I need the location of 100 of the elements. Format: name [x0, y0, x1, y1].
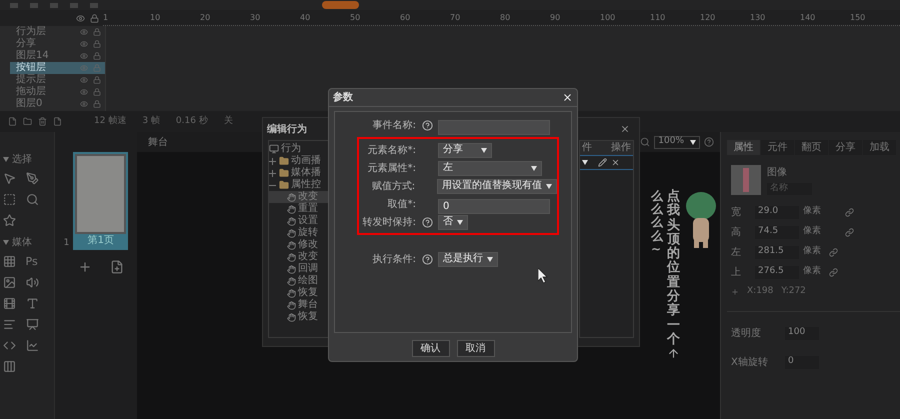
dropdown[interactable]: 分享 — [438, 142, 492, 158]
panel-tab[interactable]: 分享 — [829, 140, 862, 155]
speaker-icon[interactable] — [26, 276, 38, 289]
property-field[interactable]: 276.5 — [755, 266, 799, 278]
dialog-button[interactable]: 取消 — [456, 340, 494, 357]
zoom-dropdown[interactable]: 100% — [654, 136, 700, 148]
property-field[interactable]: 29.0 — [755, 206, 799, 218]
panel-tab[interactable]: 翻页 — [795, 140, 828, 155]
tree-item[interactable]: 舞台 — [269, 299, 328, 311]
grid-icon[interactable] — [3, 255, 16, 268]
insert-page-icon[interactable] — [110, 260, 124, 274]
timeline-tool-icon[interactable] — [8, 117, 17, 126]
help-icon[interactable] — [704, 137, 714, 147]
chart-icon[interactable] — [26, 339, 38, 352]
panel-tab[interactable]: 加载 — [863, 140, 896, 155]
collapse-icon[interactable] — [3, 240, 9, 244]
text-field[interactable]: 0 — [438, 199, 550, 214]
lock-icon[interactable] — [93, 28, 101, 36]
link-icon[interactable] — [845, 208, 854, 216]
presentation-icon[interactable] — [26, 318, 38, 331]
layer-row[interactable]: 拖动层 — [10, 86, 105, 98]
toolbar-button[interactable] — [322, 1, 359, 9]
collapse-icon[interactable] — [3, 156, 9, 162]
link-icon[interactable] — [829, 268, 838, 276]
tree-item[interactable]: 回调 — [269, 263, 328, 275]
delete-icon[interactable] — [611, 158, 620, 167]
text-icon[interactable] — [26, 297, 38, 310]
eye-icon[interactable] — [80, 76, 88, 84]
expand-icon[interactable] — [269, 158, 277, 164]
property-field[interactable]: 281.5 — [755, 246, 799, 258]
tree-item[interactable]: 改变 — [269, 191, 328, 203]
layer-row[interactable]: 分享 — [10, 38, 105, 50]
zoom-icon[interactable] — [26, 193, 38, 206]
dropdown[interactable]: 否 — [438, 214, 468, 230]
tree-item[interactable]: 旋转 — [269, 227, 328, 239]
eye-icon[interactable] — [76, 14, 85, 22]
lock-icon[interactable] — [93, 52, 101, 60]
close-icon[interactable] — [620, 124, 630, 134]
link-icon[interactable] — [829, 248, 838, 256]
panel-tab[interactable]: 元件 — [761, 140, 794, 155]
code-icon[interactable] — [3, 339, 16, 352]
star-icon[interactable] — [3, 214, 16, 227]
lock-icon[interactable] — [90, 14, 99, 22]
image-icon[interactable] — [3, 276, 16, 289]
lock-icon[interactable] — [93, 100, 101, 108]
eye-icon[interactable] — [80, 28, 88, 36]
page-thumbnail[interactable]: 第1页 — [73, 152, 128, 250]
hand-icon — [287, 228, 296, 238]
tool-label[interactable]: Ps — [26, 256, 48, 267]
layer-row[interactable]: 行为层 — [10, 26, 105, 38]
tree-item[interactable]: 恢复 — [269, 311, 328, 323]
pen-icon[interactable] — [26, 172, 38, 185]
tree-item[interactable]: 行为 — [281, 144, 301, 154]
eye-icon[interactable] — [80, 88, 88, 96]
tree-item[interactable]: 动画播 — [291, 156, 321, 166]
select-box-icon[interactable] — [3, 193, 16, 206]
columns-icon[interactable] — [3, 360, 16, 373]
pointer-icon[interactable] — [3, 172, 16, 185]
timeline-tool-icon[interactable] — [23, 117, 32, 126]
paragraph-icon[interactable] — [3, 318, 16, 331]
property-field[interactable]: 0 — [785, 356, 819, 368]
table-row[interactable] — [580, 155, 633, 170]
lock-icon[interactable] — [93, 88, 101, 96]
tree-item[interactable]: 重置 — [269, 203, 328, 215]
dropdown[interactable]: 用设置的值替换现有值 — [437, 178, 557, 194]
dialog-button[interactable]: 确认 — [412, 340, 450, 357]
text-field[interactable] — [438, 120, 550, 135]
dropdown[interactable]: 总是执行 — [438, 252, 498, 266]
search-icon[interactable] — [640, 137, 650, 147]
close-icon[interactable] — [562, 92, 573, 103]
property-field[interactable]: 74.5 — [755, 226, 799, 238]
link-icon[interactable] — [845, 228, 854, 236]
eye-icon[interactable] — [80, 40, 88, 48]
expand-icon[interactable] — [269, 170, 277, 176]
layer-row[interactable]: 提示层 — [10, 74, 105, 86]
eye-icon[interactable] — [80, 100, 88, 108]
eye-icon[interactable] — [80, 52, 88, 60]
panel-tab[interactable]: 属性 — [727, 140, 760, 155]
tree-item[interactable]: 恢复 — [269, 287, 328, 299]
tree-item[interactable]: 修改 — [269, 239, 328, 251]
help-icon[interactable] — [422, 120, 432, 130]
tree-item[interactable]: 改变 — [269, 251, 328, 263]
help-icon[interactable] — [422, 216, 432, 228]
dropdown[interactable]: 左 — [438, 160, 542, 176]
layer-row[interactable]: 图层0 — [10, 98, 105, 110]
lock-icon[interactable] — [93, 40, 101, 48]
tree-item[interactable]: 属性控 — [291, 180, 321, 190]
add-page-icon[interactable] — [78, 260, 92, 274]
layer-row[interactable]: 图层14 — [10, 50, 105, 62]
stage-tab[interactable]: 舞台 — [142, 134, 174, 150]
tree-item[interactable]: 绘图 — [269, 275, 328, 287]
help-icon[interactable] — [422, 254, 432, 264]
tree-item[interactable]: 媒体播 — [291, 168, 321, 178]
lock-icon[interactable] — [93, 76, 101, 84]
film-icon[interactable] — [3, 297, 16, 310]
timeline-tool-icon[interactable] — [53, 117, 62, 126]
tree-item[interactable]: 设置 — [269, 215, 328, 227]
property-field[interactable]: 100 — [785, 326, 819, 340]
edit-icon[interactable] — [598, 158, 607, 167]
timeline-tool-icon[interactable] — [38, 117, 47, 126]
